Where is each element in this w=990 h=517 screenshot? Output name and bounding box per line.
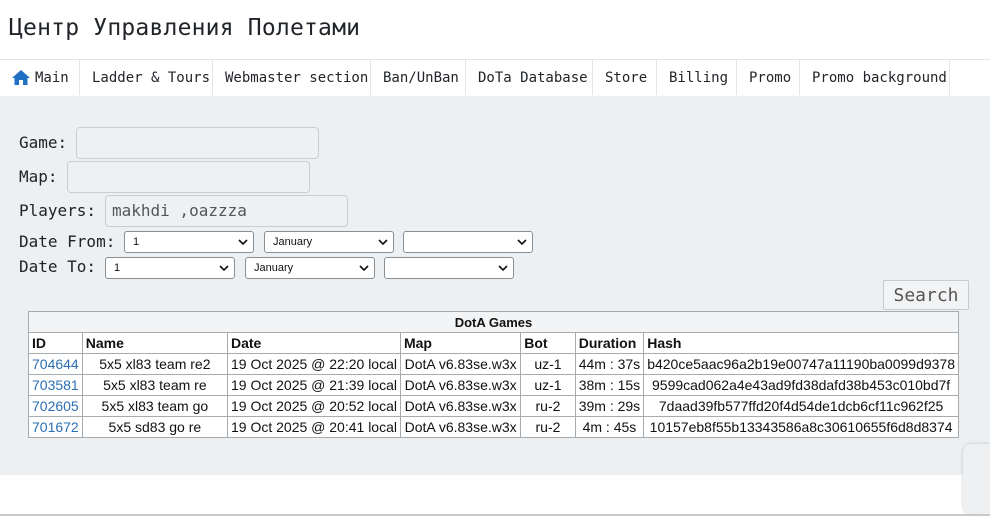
- game-map-cell: DotA v6.83se.w3x: [399, 374, 522, 396]
- players-input-value: makhdi ,oazzza: [112, 201, 247, 220]
- game-date-cell: 19 Oct 2025 @ 22:20 local: [227, 353, 401, 375]
- date-to-day-value: 1: [114, 262, 121, 274]
- column-header-duration: Duration: [574, 332, 645, 354]
- nav-item-dota-database[interactable]: DoTa Database: [466, 60, 593, 95]
- date-from-month-select[interactable]: January: [264, 231, 394, 253]
- nav-label-ban-unban: Ban/UnBan: [383, 69, 459, 86]
- nav-label-store: Store: [605, 69, 648, 86]
- column-header-date: Date: [227, 332, 401, 354]
- game-name-cell: 5x5 xl83 team re2: [81, 353, 229, 375]
- nav-label-promo: Promo: [749, 69, 792, 86]
- table-row: 704644 5x5 xl83 team re2 19 Oct 2025 @ 2…: [28, 353, 959, 375]
- nav-item-store[interactable]: Store: [593, 60, 657, 95]
- game-hash-cell: 9599cad062a4e43ad9fd38dafd38b453c010bd7f: [643, 374, 959, 396]
- game-date-cell: 19 Oct 2025 @ 21:39 local: [227, 374, 401, 396]
- nav-label-dota-database: DoTa Database: [478, 69, 588, 86]
- column-header-name: Name: [81, 332, 229, 354]
- chevron-down-icon: [378, 237, 388, 250]
- game-duration-cell: 44m : 37s: [574, 353, 645, 375]
- nav-item-promo-background[interactable]: Promo background: [800, 60, 950, 95]
- date-from-year-select[interactable]: [403, 231, 533, 253]
- nav-item-webmaster-section[interactable]: Webmaster section: [213, 60, 371, 95]
- table-caption-row: DotA Games: [28, 311, 959, 333]
- main-navbar: Main Ladder & Tours Webmaster section Ba…: [0, 60, 990, 97]
- chevron-down-icon: [219, 263, 229, 276]
- date-to-year-select[interactable]: [384, 257, 514, 279]
- nav-label-webmaster-section: Webmaster section: [225, 69, 369, 86]
- map-label: Map:: [19, 167, 58, 186]
- date-from-day-value: 1: [133, 236, 140, 248]
- game-bot-cell: uz-1: [520, 353, 576, 375]
- game-id-link[interactable]: 704644: [32, 356, 79, 372]
- game-date-cell: 19 Oct 2025 @ 20:41 local: [227, 416, 401, 438]
- table-header-row: ID Name Date Map Bot Duration Hash: [28, 332, 959, 354]
- date-to-day-select[interactable]: 1: [105, 257, 235, 279]
- players-input[interactable]: makhdi ,oazzza: [105, 195, 348, 227]
- game-id-cell: 704644: [28, 353, 83, 375]
- date-to-month-select[interactable]: January: [245, 257, 375, 279]
- search-button[interactable]: Search: [883, 280, 969, 310]
- chevron-down-icon: [359, 263, 369, 276]
- nav-item-ban-unban[interactable]: Ban/UnBan: [371, 60, 466, 95]
- map-input[interactable]: [67, 161, 310, 193]
- chevron-down-icon: [498, 263, 508, 276]
- footer-divider: [0, 514, 990, 516]
- nav-label-main: Main: [35, 69, 69, 86]
- column-header-map: Map: [399, 332, 522, 354]
- game-label: Game:: [19, 133, 68, 152]
- date-from-day-select[interactable]: 1: [124, 231, 254, 253]
- nav-label-promo-background: Promo background: [812, 69, 947, 86]
- column-header-id: ID: [28, 332, 83, 354]
- date-from-label: Date From:: [19, 232, 116, 251]
- game-name-cell: 5x5 xl83 team go: [81, 395, 229, 417]
- game-duration-cell: 38m : 15s: [574, 374, 645, 396]
- game-bot-cell: ru-2: [520, 395, 576, 417]
- nav-item-ladder-tours[interactable]: Ladder & Tours: [80, 60, 213, 95]
- column-header-hash: Hash: [643, 332, 959, 354]
- site-title: Центр Управления Полетами: [9, 15, 361, 41]
- game-id-link[interactable]: 703581: [32, 377, 79, 393]
- game-id-cell: 702605: [28, 395, 83, 417]
- game-map-cell: DotA v6.83se.w3x: [399, 395, 522, 417]
- game-id-link[interactable]: 702605: [32, 398, 79, 414]
- game-bot-cell: ru-2: [520, 416, 576, 438]
- game-date-cell: 19 Oct 2025 @ 20:52 local: [227, 395, 401, 417]
- game-name-cell: 5x5 xl83 team re: [81, 374, 229, 396]
- dota-games-table: DotA Games ID Name Date Map Bot Duration…: [28, 311, 959, 438]
- nav-item-promo[interactable]: Promo: [737, 60, 800, 95]
- game-id-cell: 701672: [28, 416, 83, 438]
- nav-item-main[interactable]: Main: [0, 60, 80, 95]
- nav-label-billing: Billing: [669, 69, 729, 86]
- game-duration-cell: 4m : 45s: [574, 416, 645, 438]
- table-row: 701672 5x5 sd83 go re 19 Oct 2025 @ 20:4…: [28, 416, 959, 438]
- home-icon: [11, 69, 31, 86]
- game-duration-cell: 39m : 29s: [574, 395, 645, 417]
- floating-widget[interactable]: [963, 444, 990, 514]
- column-header-bot: Bot: [520, 332, 576, 354]
- game-hash-cell: 10157eb8f55b13343586a8c30610655f6d8d8374: [643, 416, 959, 438]
- date-to-label: Date To:: [19, 257, 97, 276]
- game-name-cell: 5x5 sd83 go re: [81, 416, 229, 438]
- game-bot-cell: uz-1: [520, 374, 576, 396]
- date-from-month-value: January: [273, 236, 313, 248]
- date-to-month-value: January: [254, 262, 294, 274]
- table-caption: DotA Games: [28, 311, 959, 333]
- table-row: 703581 5x5 xl83 team re 19 Oct 2025 @ 21…: [28, 374, 959, 396]
- game-hash-cell: b420ce5aac96a2b19e00747a11190ba0099d9378: [643, 353, 959, 375]
- chevron-down-icon: [517, 237, 527, 250]
- site-header: Центр Управления Полетами: [0, 0, 990, 60]
- nav-label-ladder-tours: Ladder & Tours: [92, 69, 211, 86]
- game-id-link[interactable]: 701672: [32, 419, 79, 435]
- nav-item-billing[interactable]: Billing: [657, 60, 737, 95]
- table-row: 702605 5x5 xl83 team go 19 Oct 2025 @ 20…: [28, 395, 959, 417]
- game-map-cell: DotA v6.83se.w3x: [399, 353, 522, 375]
- game-hash-cell: 7daad39fb577ffd20f4d54de1dcb6cf11c962f25: [643, 395, 959, 417]
- game-id-cell: 703581: [28, 374, 83, 396]
- game-input[interactable]: [76, 127, 319, 159]
- players-label: Players:: [19, 201, 97, 220]
- game-map-cell: DotA v6.83se.w3x: [399, 416, 522, 438]
- chevron-down-icon: [238, 237, 248, 250]
